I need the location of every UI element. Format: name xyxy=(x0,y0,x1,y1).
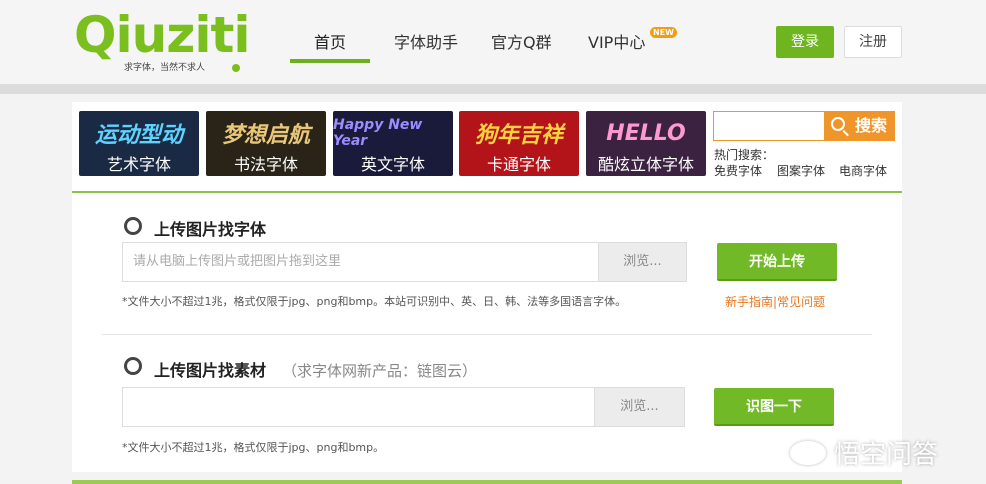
category-thumbnail: 运动型动 xyxy=(94,123,183,148)
category-thumbnail: 梦想启航 xyxy=(221,123,310,148)
nav-active-underline xyxy=(290,59,370,63)
category-label: 书法字体 xyxy=(233,155,298,174)
material-image-upload-field[interactable] xyxy=(122,387,595,427)
category-english-font[interactable]: Happy New Year 英文字体 xyxy=(333,111,453,176)
section-divider xyxy=(102,334,872,335)
category-label: 卡通字体 xyxy=(486,155,551,174)
category-art-font[interactable]: 运动型动 艺术字体 xyxy=(79,111,199,176)
category-thumbnail: Happy New Year xyxy=(333,117,423,149)
start-upload-button[interactable]: 开始上传 xyxy=(717,243,837,281)
new-badge: NEW xyxy=(650,27,677,38)
upload-material-note: *文件大小不超过1兆，格式仅限于jpg、png和bmp。 xyxy=(122,441,385,454)
hot-search-ecommerce-fonts[interactable]: 电商字体 xyxy=(839,162,887,179)
section-divider-green xyxy=(72,191,902,193)
search-button-label: 搜索 xyxy=(854,116,887,135)
watermark: 悟空问答 xyxy=(790,434,938,471)
main-panel: 运动型动 艺术字体 梦想启航 书法字体 Happy New Year 英文字体 … xyxy=(72,102,902,472)
category-3d-font[interactable]: HELLO 酷炫立体字体 xyxy=(586,111,706,176)
image-recognize-button[interactable]: 识图一下 xyxy=(714,388,834,426)
watermark-icon xyxy=(790,440,826,465)
site-header: Qiuziti 求字体，当然不求人 首页 字体助手 官方Q群 VIP中心 NEW… xyxy=(0,0,986,84)
category-label: 艺术字体 xyxy=(106,155,171,174)
font-search-icon xyxy=(124,217,142,235)
watermark-text: 悟空问答 xyxy=(834,440,939,470)
font-image-upload-field[interactable]: 请从电脑上传图片或把图片拖到这里 xyxy=(122,242,599,282)
hot-search-free-fonts[interactable]: 免费字体 xyxy=(714,162,762,179)
search-icon xyxy=(831,117,845,131)
category-cartoon-font[interactable]: 狗年吉祥 卡通字体 xyxy=(459,111,579,176)
category-calligraphy-font[interactable]: 梦想启航 书法字体 xyxy=(206,111,326,176)
category-label: 酷炫立体字体 xyxy=(597,155,694,174)
hot-search-pattern-fonts[interactable]: 图案字体 xyxy=(777,162,825,179)
logo-tagline: 求字体，当然不求人 xyxy=(124,63,206,73)
nav-font-assistant[interactable]: 字体助手 xyxy=(394,24,458,64)
nav-home[interactable]: 首页 xyxy=(314,24,346,64)
register-button[interactable]: 注册 xyxy=(844,26,902,58)
bottom-band xyxy=(72,480,902,484)
upload-material-subtitle: （求字体网新产品：链图云） xyxy=(282,362,478,380)
upload-material-title: 上传图片找素材 （求字体网新产品：链图云） xyxy=(154,357,477,381)
faq-link[interactable]: 常见问题 xyxy=(777,295,825,309)
material-browse-button[interactable]: 浏览... xyxy=(594,387,685,427)
login-button[interactable]: 登录 xyxy=(776,26,834,58)
help-links: 新手指南|常见问题 xyxy=(725,293,825,310)
upload-font-title: 上传图片找字体 xyxy=(154,220,267,239)
site-logo[interactable]: Qiuziti 求字体，当然不求人 xyxy=(74,6,251,74)
search-input[interactable] xyxy=(713,111,825,141)
nav-vip-center[interactable]: VIP中心 xyxy=(588,24,645,64)
category-thumbnail: HELLO xyxy=(606,120,686,146)
category-label: 英文字体 xyxy=(360,155,425,174)
logo-dot xyxy=(232,64,240,72)
category-thumbnail: 狗年吉祥 xyxy=(474,123,563,148)
upload-material-title-text: 上传图片找素材 xyxy=(154,361,267,380)
search-button[interactable]: 搜索 xyxy=(825,111,895,141)
logo-wordmark: Qiuziti xyxy=(74,6,251,64)
hot-search-label: 热门搜索： xyxy=(714,148,775,162)
beginner-guide-link[interactable]: 新手指南 xyxy=(725,295,773,309)
header-divider-band xyxy=(0,84,986,94)
nav-official-qq-group[interactable]: 官方Q群 xyxy=(491,24,552,64)
material-search-icon xyxy=(124,357,142,375)
font-browse-button[interactable]: 浏览... xyxy=(598,242,687,282)
upload-font-note: *文件大小不超过1兆，格式仅限于jpg、png和bmp。本站可识别中、英、日、韩… xyxy=(122,295,627,308)
